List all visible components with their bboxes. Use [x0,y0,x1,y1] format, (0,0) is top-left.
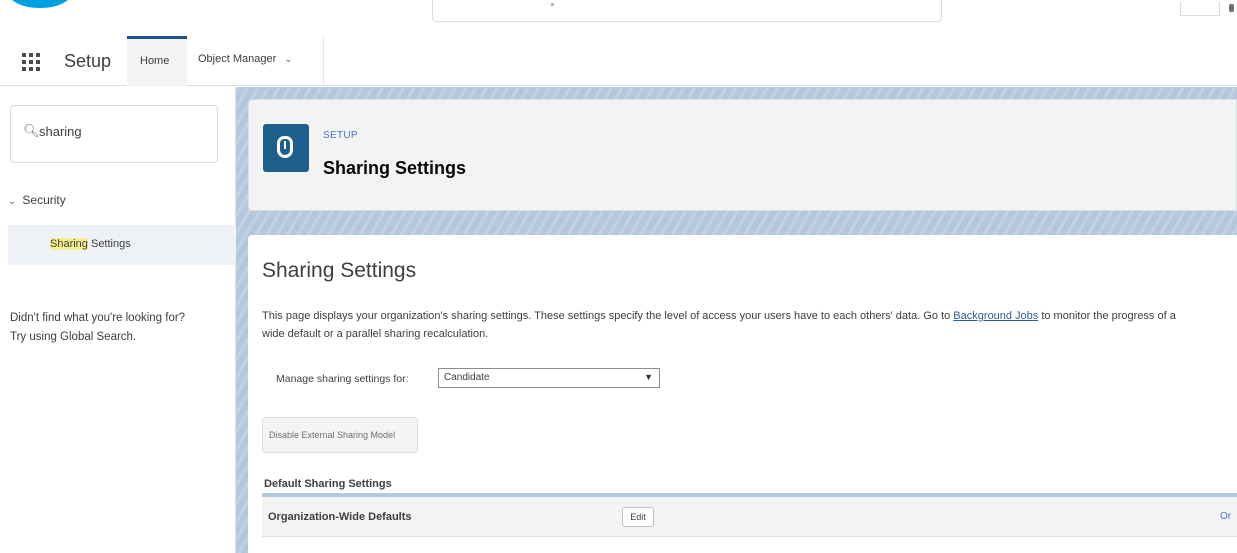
manage-sharing-label: Manage sharing settings for: [276,373,409,385]
page-header: SETUP Sharing Settings [248,99,1237,211]
nav-divider [323,36,324,86]
quick-find-input[interactable] [39,120,209,142]
search-highlight: Sharing [50,238,88,250]
content-card: Sharing Settings This page displays your… [248,235,1237,553]
setup-sidebar: 🔍︎ ⌄ Security Sharing Settings Didn't fin… [0,87,236,553]
tab-object-manager[interactable]: Object Manager ⌄ [198,53,293,65]
disable-external-sharing-button[interactable]: Disable External Sharing Model [262,417,418,453]
global-search-input[interactable] [432,0,942,22]
owd-right-link[interactable]: Or [1220,511,1231,522]
page-title: Sharing Settings [323,158,467,178]
content-title: Sharing Settings [262,259,417,282]
app-name: Setup [64,51,112,71]
main-content-area: SETUP Sharing Settings Sharing Settings … [236,87,1237,553]
owd-label: Organization-Wide Defaults [268,511,412,523]
search-caret [551,3,554,6]
favorites-icon[interactable] [1180,2,1220,16]
owd-row: Organization-Wide Defaults Edit Or [262,497,1237,537]
quick-find-box[interactable]: 🔍︎ [10,105,218,163]
tab-object-manager-label: Object Manager [198,53,277,65]
tab-home-label: Home [140,55,170,67]
page-header-eyebrow: SETUP [323,130,358,141]
app-launcher-grid-icon[interactable] [22,53,40,71]
salesforce-cloud-logo-icon[interactable] [8,0,72,16]
help-line-1: Didn't find what you're looking for? [10,312,186,324]
desc-line-2: wide default or a parallel sharing recal… [262,328,489,340]
global-header [0,0,1237,36]
tree-item-label-rest: Settings [87,238,131,250]
chevron-down-icon[interactable]: ⌄ [284,54,292,65]
select-arrow-icon[interactable]: ▼ [644,372,653,382]
tree-node-security[interactable]: ⌄ Security [8,193,66,207]
default-sharing-settings-title: Default Sharing Settings [264,478,392,490]
tree-node-label: Security [22,193,66,207]
context-navigation-bar: Setup Home Object Manager ⌄ [0,36,1237,86]
desc-part-1: This page displays your organization's s… [262,310,954,322]
disable-external-sharing-label: Disable External Sharing Model [269,430,396,440]
user-menu-icon[interactable] [1229,4,1234,12]
help-line-2: Try using Global Search. [10,331,137,343]
manage-sharing-select[interactable]: Candidate ▼ [438,368,660,388]
tree-item-label: Sharing Settings [50,238,131,250]
shield-icon [263,124,309,172]
sidebar-help-text: Didn't find what you're looking for? Try… [10,309,230,347]
desc-part-2: to monitor the progress of a [1038,310,1176,322]
chevron-down-icon[interactable]: ⌄ [8,196,16,207]
owd-edit-button[interactable]: Edit [622,507,654,527]
tree-item-sharing-settings[interactable]: Sharing Settings [8,225,236,265]
search-icon: 🔍︎ [23,123,40,138]
manage-sharing-value: Candidate [444,372,490,383]
tab-home[interactable]: Home [127,36,187,86]
content-description: This page displays your organization's s… [262,307,1237,343]
background-jobs-link[interactable]: Background Jobs [953,310,1038,322]
